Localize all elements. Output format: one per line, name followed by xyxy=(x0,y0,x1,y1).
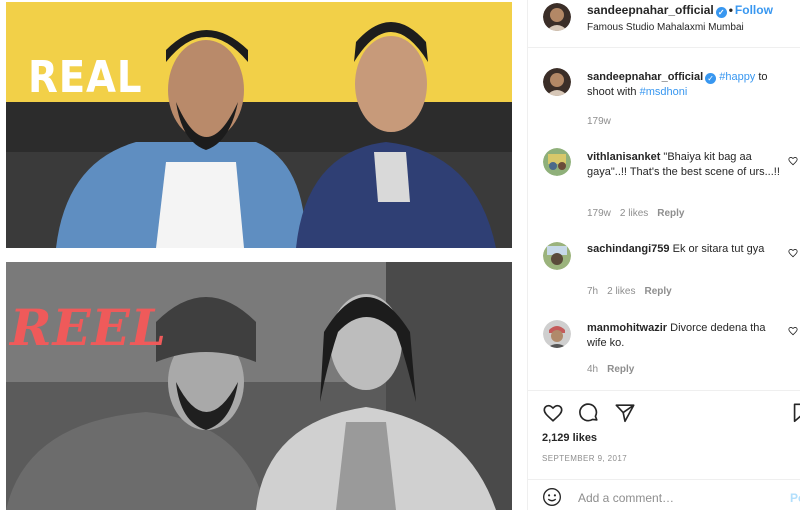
separator-dot: • xyxy=(728,3,733,17)
add-comment-divider xyxy=(528,479,800,480)
comment-icon[interactable] xyxy=(578,402,600,424)
caption-time[interactable]: 179w xyxy=(587,116,611,127)
verified-badge-icon: ✓ xyxy=(715,7,727,18)
caption-username[interactable]: sandeepnahar_official xyxy=(587,71,703,83)
comment-avatar[interactable] xyxy=(543,320,571,348)
add-comment-bar: Post xyxy=(528,483,800,510)
comment-meta: 7h 2 likes Reply xyxy=(587,286,681,297)
reply-button[interactable]: Reply xyxy=(657,208,684,219)
comment-text: manmohitwazir Divorce dedena tha wife ko… xyxy=(587,321,787,351)
comment-text: sachindangi759 Ek or sitara tut gya xyxy=(587,242,787,257)
comment-avatar[interactable] xyxy=(543,242,571,270)
caption-avatar[interactable] xyxy=(543,68,571,96)
author-avatar[interactable] xyxy=(543,3,571,31)
author-username[interactable]: sandeepnahar_official xyxy=(587,3,714,17)
real-label: REAL xyxy=(28,52,143,103)
comment-meta: 179w 2 likes Reply xyxy=(587,208,694,219)
header-user-line: sandeepnahar_official ✓ • Follow xyxy=(587,3,773,18)
comment-like-heart-icon[interactable] xyxy=(788,156,798,166)
photo-reel: REEL xyxy=(6,262,512,510)
follow-button[interactable]: Follow xyxy=(735,3,773,17)
emoji-icon[interactable] xyxy=(542,487,562,507)
comment-time[interactable]: 4h xyxy=(587,364,598,375)
comment-avatar[interactable] xyxy=(543,148,571,176)
photo-real-illustration xyxy=(6,2,512,248)
reply-button[interactable]: Reply xyxy=(644,286,671,297)
hashtag-happy[interactable]: #happy xyxy=(719,71,755,83)
reply-button[interactable]: Reply xyxy=(607,364,634,375)
comment-likes[interactable]: 2 likes xyxy=(620,208,648,219)
share-icon[interactable] xyxy=(614,402,636,424)
comment-likes[interactable]: 2 likes xyxy=(607,286,635,297)
comment-like-heart-icon[interactable] xyxy=(788,326,798,336)
photo-real: REAL xyxy=(6,2,512,248)
post-sidebar: sandeepnahar_official ✓ • Follow Famous Stu… xyxy=(528,0,800,510)
comment-like-heart-icon[interactable] xyxy=(788,248,798,258)
post-date[interactable]: SEPTEMBER 9, 2017 xyxy=(542,454,627,463)
hashtag-msdhoni[interactable]: #msdhoni xyxy=(640,86,688,98)
post-location[interactable]: Famous Studio Mahalaxmi Mumbai xyxy=(587,22,744,33)
caption-meta: 179w xyxy=(587,116,620,127)
heart-icon[interactable] xyxy=(542,402,564,424)
post-media[interactable]: REAL REEL xyxy=(0,0,527,510)
post-header: sandeepnahar_official ✓ • Follow Famous Stu… xyxy=(528,0,800,48)
comment-time[interactable]: 179w xyxy=(587,208,611,219)
comment-text: vithlanisanket "Bhaiya kit bag aa gaya".… xyxy=(587,150,787,180)
comment-time[interactable]: 7h xyxy=(587,286,598,297)
comment-username[interactable]: sachindangi759 xyxy=(587,243,670,255)
comment-meta: 4h Reply xyxy=(587,364,643,375)
reel-label: REEL xyxy=(10,298,167,357)
comment-input[interactable] xyxy=(578,489,778,507)
likes-count[interactable]: 2,129 likes xyxy=(542,432,597,444)
action-bar xyxy=(528,398,800,426)
bookmark-icon[interactable] xyxy=(790,402,800,424)
verified-badge-icon: ✓ xyxy=(705,73,717,84)
comment-body: Ek or sitara tut gya xyxy=(672,243,765,255)
caption-text: sandeepnahar_official ✓ #happy to shoot w… xyxy=(587,70,787,100)
comment-username[interactable]: manmohitwazir xyxy=(587,322,667,334)
post-button[interactable]: Post xyxy=(790,491,800,505)
comment-username[interactable]: vithlanisanket xyxy=(587,151,660,163)
comments-list[interactable]: sandeepnahar_official ✓ #happy to shoot w… xyxy=(528,48,800,390)
actions-divider xyxy=(528,390,800,391)
